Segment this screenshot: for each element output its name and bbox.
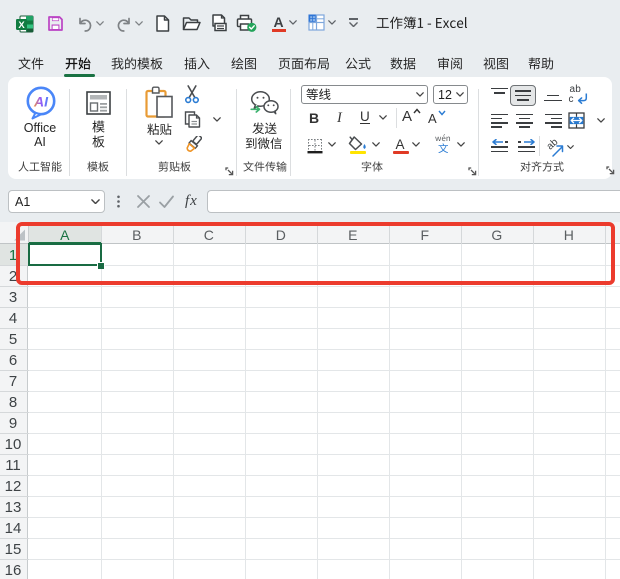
svg-text:AI: AI xyxy=(33,94,49,110)
svg-text:X: X xyxy=(18,20,25,31)
